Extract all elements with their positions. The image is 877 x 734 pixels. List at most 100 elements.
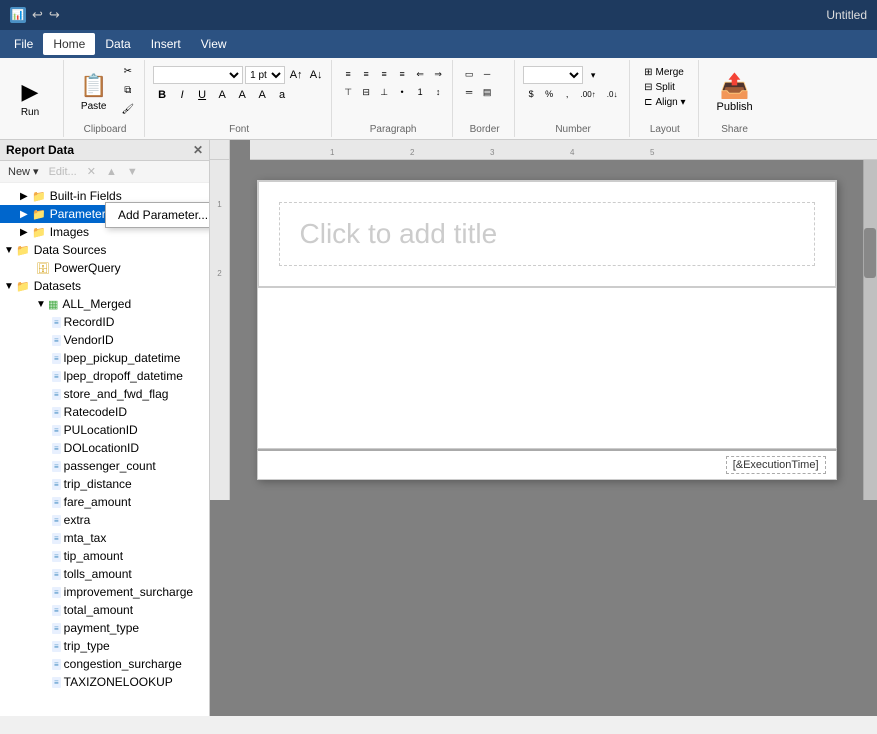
tree-node-recordid[interactable]: ≡RecordID [0, 313, 209, 331]
font-size-down-button[interactable]: a [273, 86, 291, 104]
line-spacing-button[interactable]: ↕ [430, 84, 446, 100]
tree-node-powerquery[interactable]: 🗄 PowerQuery [0, 259, 209, 277]
tree-node-dolocationid[interactable]: ≡DOLocationID [0, 439, 209, 457]
new-button[interactable]: New ▾ [4, 164, 43, 179]
num-list-button[interactable]: 1 [412, 84, 428, 100]
tree-node-payment-type[interactable]: ≡payment_type [0, 619, 209, 637]
toggle-datasources[interactable]: ▼ [4, 245, 16, 256]
tree-node-pulocationid[interactable]: ≡PULocationID [0, 421, 209, 439]
tree-node-datasets[interactable]: ▼ 📁 Datasets [0, 277, 209, 295]
number-format-dropdown[interactable]: ▾ [585, 67, 601, 83]
grow-font-button[interactable]: A↑ [287, 66, 305, 84]
shrink-font-button[interactable]: A↓ [307, 66, 325, 84]
toggle-parameters[interactable]: ▶ [20, 209, 32, 220]
valign-top-button[interactable]: ⊤ [340, 84, 356, 100]
border-width-button[interactable]: ═ [461, 84, 477, 100]
menu-insert[interactable]: Insert [141, 33, 191, 55]
move-down-button[interactable]: ▼ [123, 165, 142, 179]
redo-button[interactable]: ↪ [49, 7, 60, 23]
menu-home[interactable]: Home [43, 33, 95, 55]
menu-file[interactable]: File [4, 33, 43, 55]
font-color-button[interactable]: A [213, 86, 231, 104]
tree-node-congestion-surcharge[interactable]: ≡congestion_surcharge [0, 655, 209, 673]
report-body[interactable] [257, 288, 837, 449]
scrollbar-thumb[interactable] [864, 228, 876, 278]
cut-button[interactable]: ✂ [117, 62, 138, 80]
valign-bot-button[interactable]: ⊥ [376, 84, 392, 100]
tree-node-trip-type[interactable]: ≡trip_type [0, 637, 209, 655]
merge-button[interactable]: ⊞ Merge [638, 66, 691, 79]
fill-button[interactable]: ▤ [479, 84, 495, 100]
undo-button[interactable]: ↩ [32, 7, 43, 23]
split-button[interactable]: ⊟ Split [638, 81, 691, 94]
underline-button[interactable]: U [193, 86, 211, 104]
tree-node-passenger-count[interactable]: ≡passenger_count [0, 457, 209, 475]
tree-node-extra[interactable]: ≡extra [0, 511, 209, 529]
decimal-down-button[interactable]: .0↓ [601, 86, 623, 102]
tree-node-vendorid[interactable]: ≡VendorID [0, 331, 209, 349]
tree-node-tolls-amount[interactable]: ≡tolls_amount [0, 565, 209, 583]
bold-button[interactable]: B [153, 86, 171, 104]
align-center-button[interactable]: ≡ [358, 66, 374, 82]
justify-button[interactable]: ≡ [394, 66, 410, 82]
vertical-scrollbar[interactable] [863, 160, 877, 500]
border-style-button[interactable]: ▭ [461, 66, 477, 82]
run-button[interactable]: ▶ Run [10, 69, 50, 129]
move-up-button[interactable]: ▲ [102, 165, 121, 179]
tree-node-fare-amount[interactable]: ≡fare_amount [0, 493, 209, 511]
highlight-button[interactable]: A [233, 86, 251, 104]
sidebar-close-button[interactable]: ✕ [193, 143, 203, 157]
number-format-select[interactable] [523, 66, 583, 84]
indent-less-button[interactable]: ⇐ [412, 66, 428, 82]
align-left-button[interactable]: ≡ [340, 66, 356, 82]
sidebar-header: Report Data ✕ [0, 140, 209, 161]
report-title[interactable]: Click to add title [279, 202, 815, 266]
tree-node-tip-amount[interactable]: ≡tip_amount [0, 547, 209, 565]
field-label-tolls_amount: tolls_amount [64, 567, 132, 581]
bullet-list-button[interactable]: • [394, 84, 410, 100]
publish-button[interactable]: 📤 Publish [707, 62, 763, 122]
toggle-builtin[interactable]: ▶ [20, 191, 32, 202]
tree-node-improvement-surcharge[interactable]: ≡improvement_surcharge [0, 583, 209, 601]
toggle-all-merged[interactable]: ▼ [36, 299, 48, 310]
delete-button[interactable]: ✕ [83, 164, 100, 179]
field-icon-passenger_count: ≡ [52, 461, 61, 472]
font-face-select[interactable] [153, 66, 243, 84]
tree-node-lpep-pickup-datetime[interactable]: ≡lpep_pickup_datetime [0, 349, 209, 367]
decimal-up-button[interactable]: .00↑ [577, 86, 599, 102]
report-header[interactable]: Click to add title [257, 180, 837, 288]
valign-mid-button[interactable]: ⊟ [358, 84, 374, 100]
comma-button[interactable]: , [559, 86, 575, 102]
tree-node-taxizonelookup[interactable]: ≡TAXIZONELOOKUP [0, 673, 209, 691]
menu-data[interactable]: Data [95, 33, 140, 55]
format-painter-button[interactable]: 🖌 [117, 100, 138, 118]
edit-button[interactable]: Edit... [45, 165, 81, 179]
tree-node-ratecodeid[interactable]: ≡RatecodeID [0, 403, 209, 421]
percent-button[interactable]: % [541, 86, 557, 102]
italic-button[interactable]: I [173, 86, 191, 104]
paste-button[interactable]: 📋 Paste [72, 62, 115, 122]
font-size-select[interactable]: 1 pt [245, 66, 285, 84]
canvas-surface[interactable]: Click to add title [&ExecutionTime] [230, 160, 863, 500]
tree-node-trip-distance[interactable]: ≡trip_distance [0, 475, 209, 493]
align-right-button[interactable]: ≡ [376, 66, 392, 82]
field-icon-tip_amount: ≡ [52, 551, 61, 562]
tree-node-lpep-dropoff-datetime[interactable]: ≡lpep_dropoff_datetime [0, 367, 209, 385]
align-button[interactable]: ⊏ Align ▾ [638, 96, 691, 109]
node-label-builtin: Built-in Fields [50, 189, 122, 203]
context-add-parameter[interactable]: Add Parameter... [106, 203, 210, 227]
dollar-button[interactable]: $ [523, 86, 539, 102]
canvas-area[interactable]: 1 2 3 4 5 1 2 Click to add title [210, 140, 877, 716]
toggle-images[interactable]: ▶ [20, 227, 32, 238]
tree-node-total-amount[interactable]: ≡total_amount [0, 601, 209, 619]
menu-view[interactable]: View [191, 33, 237, 55]
tree-node-all-merged[interactable]: ▼ ▦ ALL_Merged [0, 295, 209, 313]
tree-node-mta-tax[interactable]: ≡mta_tax [0, 529, 209, 547]
tree-node-datasources[interactable]: ▼ 📁 Data Sources [0, 241, 209, 259]
copy-button[interactable]: ⧉ [117, 81, 138, 99]
toggle-datasets[interactable]: ▼ [4, 281, 16, 292]
indent-more-button[interactable]: ⇒ [430, 66, 446, 82]
border-color-button[interactable]: ─ [479, 66, 495, 82]
tree-node-store-and-fwd-flag[interactable]: ≡store_and_fwd_flag [0, 385, 209, 403]
font-size-up-button[interactable]: A [253, 86, 271, 104]
